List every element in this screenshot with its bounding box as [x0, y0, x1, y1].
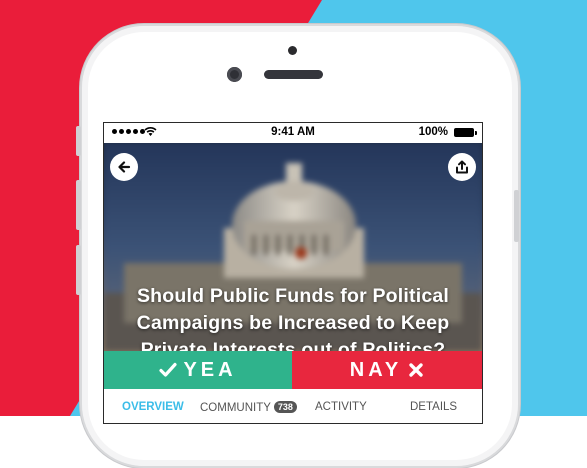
vote-row: YEA NAY	[104, 351, 482, 389]
proximity-sensor	[288, 46, 297, 55]
status-bar: 9:41 AM 100%	[104, 123, 482, 143]
nay-label: NAY	[349, 358, 403, 381]
phone-volume-down	[76, 245, 81, 295]
question-title: Should Public Funds for Political Campai…	[104, 283, 482, 351]
share-button[interactable]	[448, 153, 476, 181]
phone-volume-up	[76, 180, 81, 230]
question-line: Private Interests out of Politics?	[140, 339, 446, 351]
back-button[interactable]	[110, 153, 138, 181]
battery-icon	[454, 128, 477, 137]
hero-image: Should Public Funds for Political Campai…	[104, 143, 482, 351]
tab-activity[interactable]: ACTIVITY	[315, 401, 367, 413]
tab-bar: OVERVIEW COMMUNITY 738 ACTIVITY DETAILS	[104, 389, 482, 423]
battery-percent: 100%	[418, 126, 448, 138]
question-line: Campaigns be Increased to Keep	[136, 312, 450, 334]
yea-button[interactable]: YEA	[104, 351, 292, 389]
x-icon	[409, 363, 423, 377]
phone-screen: 9:41 AM 100% Should Public Funds for Pol…	[103, 122, 483, 424]
question-line: Should Public Funds for Political	[136, 285, 450, 307]
yea-label: YEA	[183, 358, 237, 381]
tab-overview[interactable]: OVERVIEW	[122, 401, 184, 413]
share-icon	[456, 160, 468, 174]
phone-mute-switch	[76, 126, 81, 156]
tab-community[interactable]: COMMUNITY 738	[200, 401, 297, 414]
back-arrow-icon	[118, 161, 131, 173]
phone-power-button	[514, 190, 519, 242]
tab-details[interactable]: DETAILS	[410, 401, 457, 413]
tab-community-label: COMMUNITY	[200, 402, 271, 414]
community-count-badge: 738	[273, 401, 297, 413]
nay-button[interactable]: NAY	[292, 351, 482, 389]
front-camera	[227, 67, 242, 82]
earpiece-speaker	[264, 70, 323, 79]
check-icon	[159, 362, 178, 377]
